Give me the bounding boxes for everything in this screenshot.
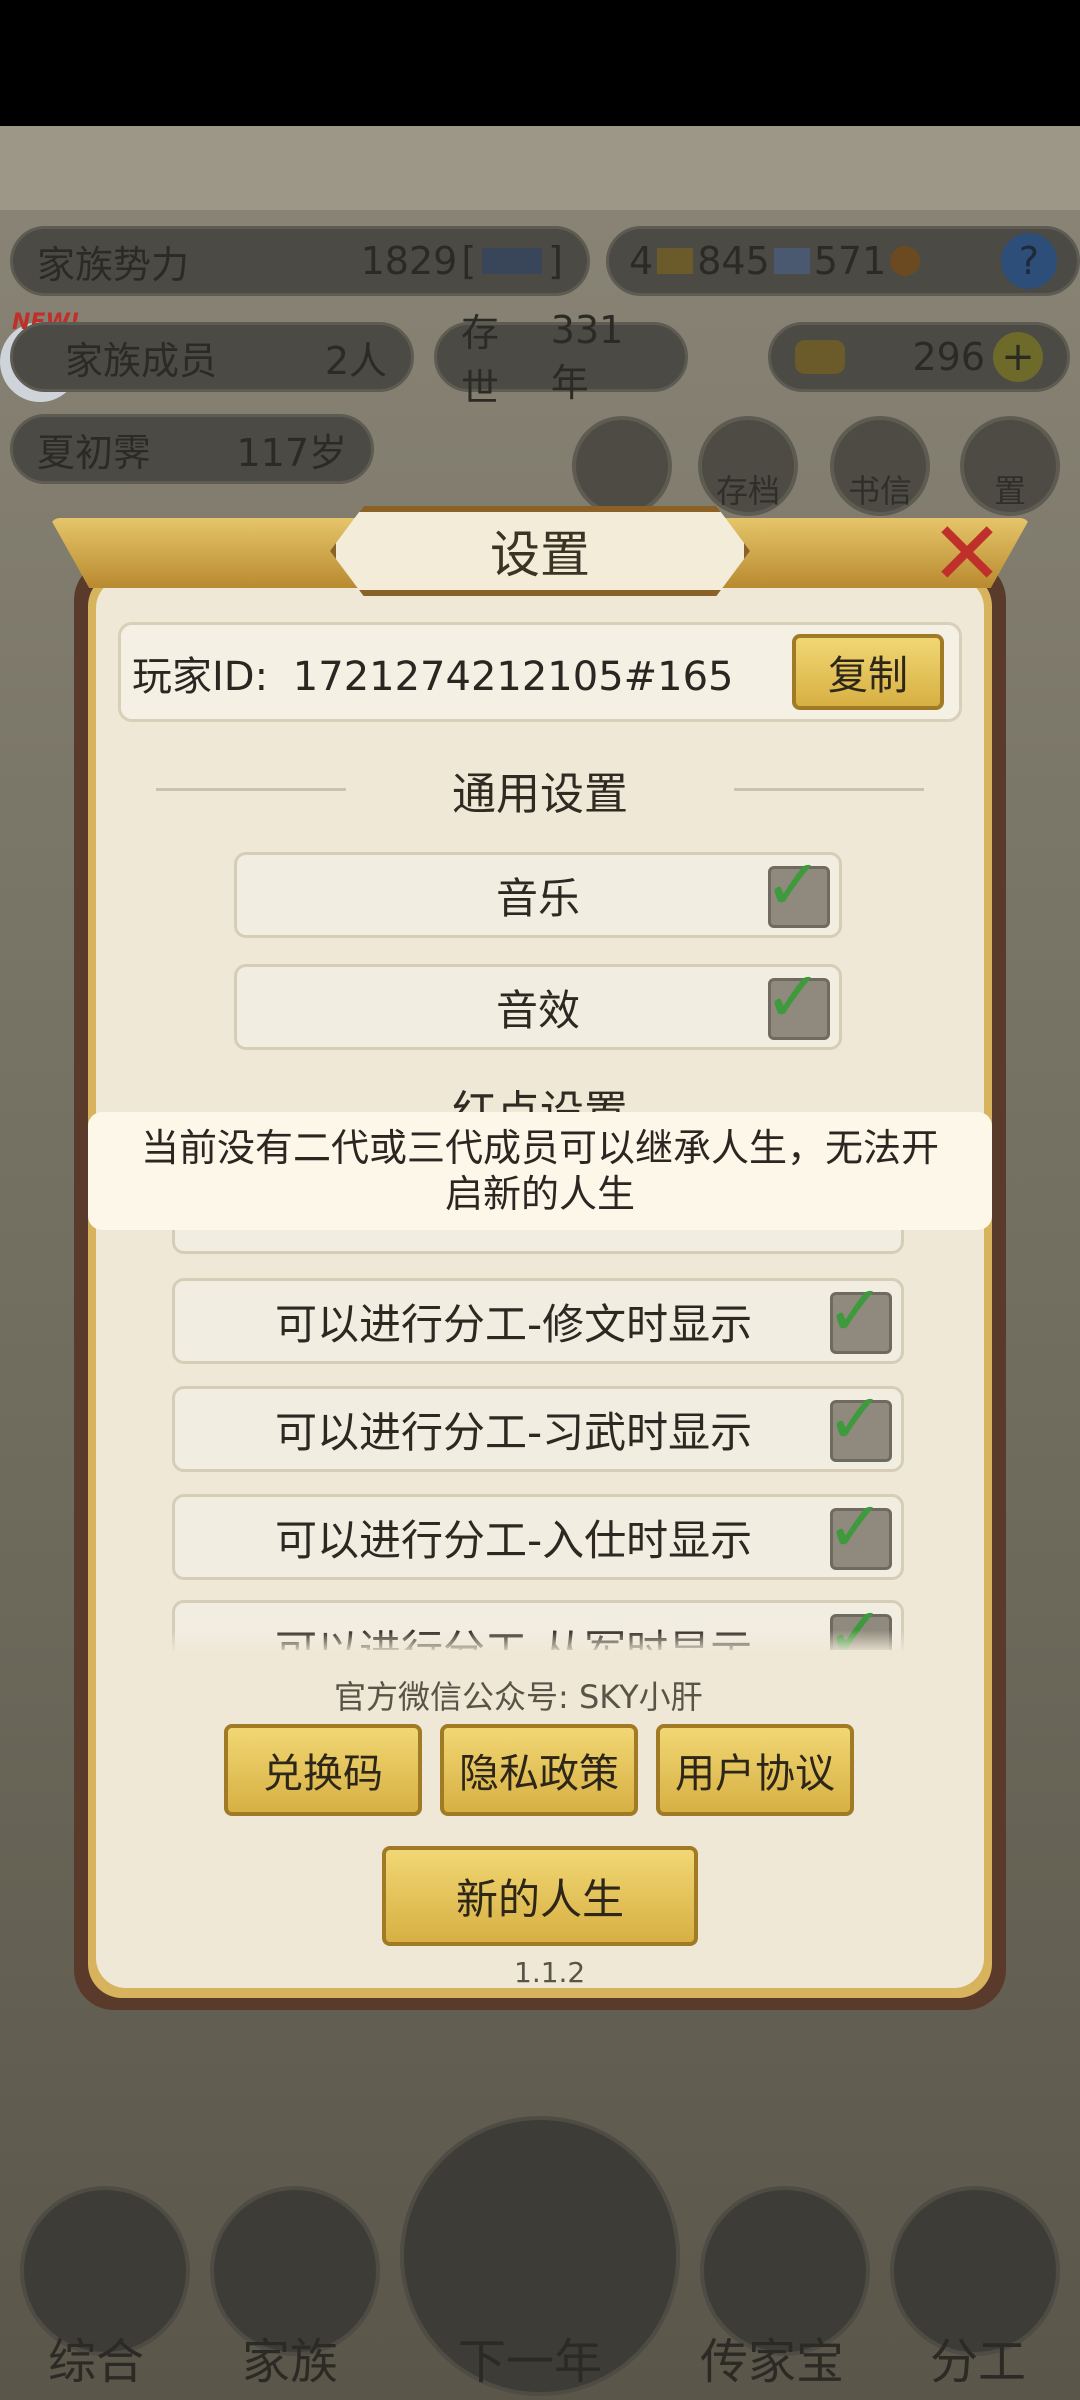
user-agreement-button[interactable]: 用户协议 bbox=[656, 1724, 854, 1816]
ingot-value: 296 bbox=[912, 335, 985, 379]
reddot-row-study[interactable]: 可以进行分工-修文时显示 bbox=[172, 1278, 904, 1364]
reddot-row-martial-label: 可以进行分工-习武时显示 bbox=[275, 1407, 753, 1457]
close-icon[interactable]: ✕ bbox=[912, 498, 1022, 608]
general-settings-heading: 通用设置 bbox=[452, 769, 628, 820]
copy-button[interactable]: 复制 bbox=[792, 634, 944, 710]
resource-1-value: 4 bbox=[629, 239, 654, 283]
reddot-row-office[interactable]: 可以进行分工-入仕时显示 bbox=[172, 1494, 904, 1580]
section-divider-left bbox=[156, 788, 346, 791]
reddot-row-martial[interactable]: 可以进行分工-习武时显示 bbox=[172, 1386, 904, 1472]
family-power-value: 1829 bbox=[360, 239, 458, 283]
version-text: 1.1.2 bbox=[514, 1956, 586, 1989]
person-pill: 夏初霁 117岁 bbox=[10, 414, 374, 484]
sfx-setting-row[interactable]: 音效 bbox=[234, 964, 842, 1050]
privacy-policy-button[interactable]: 隐私政策 bbox=[440, 1724, 638, 1816]
nav-family-label: 家族 bbox=[242, 2334, 339, 2390]
members-pill: 家族成员 2人 bbox=[10, 322, 414, 392]
resources-pill: 4 845 571 ? bbox=[606, 226, 1080, 296]
nav-next-year-label: 下一年 bbox=[458, 2334, 603, 2390]
add-ingot-button[interactable]: + bbox=[993, 332, 1043, 382]
members-label: 家族成员 bbox=[65, 338, 218, 383]
alive-value: 331年 bbox=[550, 307, 624, 405]
alive-label: 存世 bbox=[461, 311, 500, 410]
dialog-title: 设置 bbox=[330, 506, 750, 596]
nav-division-label: 分工 bbox=[930, 2334, 1027, 2390]
person-name: 夏初霁 bbox=[37, 430, 152, 475]
help-button[interactable]: ? bbox=[1001, 233, 1057, 289]
reddot-martial-check-icon: ✓ bbox=[826, 1378, 885, 1460]
sfx-check-icon: ✓ bbox=[764, 956, 823, 1038]
coin-icon bbox=[890, 246, 921, 276]
gold-bar-icon bbox=[657, 248, 694, 274]
nav-general-label: 综合 bbox=[48, 2334, 145, 2390]
reddot-row-office-label: 可以进行分工-入仕时显示 bbox=[275, 1515, 753, 1565]
reddot-study-check-icon: ✓ bbox=[826, 1270, 885, 1352]
reddot-row-study-label: 可以进行分工-修文时显示 bbox=[275, 1299, 753, 1349]
official-account-text: 官方微信公众号: SKY小肝 bbox=[334, 1678, 703, 1716]
family-power-pill: 家族势力 1829 [ ] bbox=[10, 226, 590, 296]
player-id-value: 1721274212105#165 bbox=[292, 654, 734, 700]
person-age: 117岁 bbox=[236, 430, 347, 475]
family-power-label: 家族势力 bbox=[37, 242, 190, 287]
reddot-office-check-icon: ✓ bbox=[826, 1486, 885, 1568]
ingot-pill: 296 + bbox=[768, 322, 1070, 392]
player-id-label: 玩家ID: bbox=[132, 654, 269, 700]
ingot-icon bbox=[795, 340, 845, 374]
new-life-button[interactable]: 新的人生 bbox=[382, 1846, 698, 1946]
music-setting-row[interactable]: 音乐 bbox=[234, 852, 842, 938]
player-id-row: 玩家ID: 1721274212105#165 bbox=[132, 644, 734, 702]
resource-2-value: 845 bbox=[697, 239, 770, 283]
resource-3-value: 571 bbox=[813, 239, 887, 283]
circle-button-1[interactable] bbox=[572, 416, 672, 516]
members-value: 2人 bbox=[324, 338, 387, 383]
scroll-fade bbox=[118, 1630, 962, 1654]
alive-years-pill: 存世 331年 bbox=[434, 308, 688, 410]
music-label: 音乐 bbox=[495, 873, 580, 923]
section-divider-right bbox=[734, 788, 924, 791]
letters-label: 书信 bbox=[847, 472, 912, 510]
toast-message: 当前没有二代或三代成员可以继承人生，无法开启新的人生 bbox=[88, 1112, 992, 1230]
rank-icon bbox=[482, 248, 543, 274]
bracket-open: [ bbox=[461, 239, 477, 283]
archive-label: 存档 bbox=[715, 472, 780, 510]
nav-heirloom-label: 传家宝 bbox=[700, 2334, 845, 2390]
sfx-label: 音效 bbox=[495, 985, 580, 1035]
bracket-close: ] bbox=[548, 239, 563, 283]
silver-bar-icon bbox=[773, 248, 810, 274]
status-bar bbox=[0, 0, 1080, 126]
archive-button[interactable]: 存档 bbox=[698, 416, 798, 516]
top-band bbox=[0, 126, 1080, 210]
redeem-code-button[interactable]: 兑换码 bbox=[224, 1724, 422, 1816]
music-check-icon: ✓ bbox=[764, 844, 823, 926]
